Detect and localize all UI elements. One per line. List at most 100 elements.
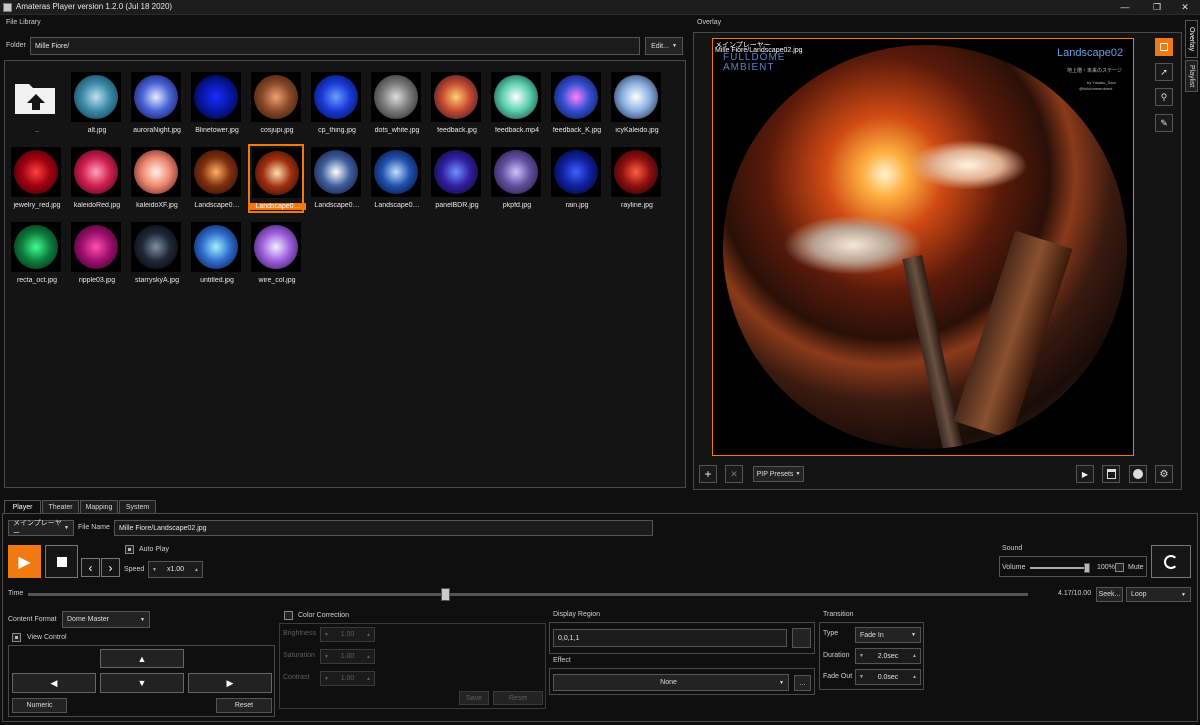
file-item[interactable]: jewelry_red.jpg [8, 144, 64, 213]
view-reset-button[interactable]: Reset [216, 698, 272, 713]
tab-player[interactable]: Player [4, 500, 41, 513]
minimize-button[interactable]: — [1110, 1, 1140, 14]
sync-button[interactable] [1151, 545, 1191, 578]
spin-up-icon[interactable]: ▲ [366, 632, 371, 638]
speed-spinbox[interactable]: ▼ x1.00 ▲ [148, 561, 203, 578]
side-tab-overlay[interactable]: Overlay [1185, 20, 1198, 58]
file-item[interactable]: dots_white.jpg [368, 69, 424, 138]
file-item[interactable]: starryskyA.jpg [128, 219, 184, 288]
display-region-edit-button[interactable] [792, 628, 811, 648]
loop-dropdown[interactable]: Loop ▼ [1126, 587, 1191, 602]
prev-button[interactable]: ‹ [81, 558, 100, 577]
folder-path-field[interactable]: Mille Fiore/ [30, 37, 640, 55]
spin-up-icon[interactable]: ▲ [366, 654, 371, 660]
next-button[interactable]: › [101, 558, 120, 577]
parent-folder-item[interactable]: .. [8, 69, 64, 138]
spin-up-icon[interactable]: ▲ [194, 567, 199, 573]
close-icon: ✕ [730, 468, 738, 479]
overlay-play-button[interactable]: ▶ [1076, 465, 1094, 483]
time-slider[interactable] [28, 588, 1028, 601]
numeric-button[interactable]: Numeric [12, 698, 67, 713]
spin-down-icon[interactable]: ▼ [859, 674, 864, 680]
file-item[interactable]: cosjupi.jpg [248, 69, 304, 138]
file-item[interactable]: Blinetower.jpg [188, 69, 244, 138]
file-item[interactable]: panelBDR.jpg [428, 144, 484, 213]
spin-down-icon[interactable]: ▼ [324, 632, 329, 638]
tab-system[interactable]: System [119, 500, 156, 513]
calculator-button[interactable] [1102, 465, 1120, 483]
view-down-button[interactable]: ▼ [100, 673, 184, 693]
saturation-spinbox[interactable]: ▼ 1.00 ▲ [320, 649, 375, 664]
tab-theater[interactable]: Theater [42, 500, 79, 513]
file-item[interactable]: feedback_K.jpg [548, 69, 604, 138]
spin-down-icon[interactable]: ▼ [152, 567, 157, 573]
file-item[interactable]: icyKaleido.jpg [608, 69, 664, 138]
content-format-dropdown[interactable]: Dome Master ▼ [62, 611, 150, 628]
transition-type-dropdown[interactable]: Fade In ▼ [855, 627, 921, 643]
file-item[interactable]: ripple03.jpg [68, 219, 124, 288]
view-up-button[interactable]: ▲ [100, 649, 184, 668]
effect-dropdown[interactable]: None ▼ [553, 674, 789, 691]
mute-checkbox[interactable] [1115, 563, 1124, 572]
effect-more-button[interactable]: ... [794, 675, 811, 691]
file-item[interactable]: untitled.jpg [188, 219, 244, 288]
remove-pip-button[interactable]: ✕ [725, 465, 743, 483]
file-item[interactable]: recta_oct.jpg [8, 219, 64, 288]
volume-slider[interactable] [1030, 563, 1090, 573]
file-name-field[interactable]: Mille Fiore/Landscape02.jpg [114, 520, 653, 536]
file-item[interactable]: kaleidoRed.jpg [68, 144, 124, 213]
spin-down-icon[interactable]: ▼ [324, 654, 329, 660]
file-item[interactable]: auroraNight.jpg [128, 69, 184, 138]
file-item[interactable]: cp_thing.jpg [308, 69, 364, 138]
file-item[interactable]: feedback.jpg [428, 69, 484, 138]
draw-tool-button[interactable]: ✎ [1155, 114, 1173, 132]
display-region-field[interactable]: 0,0,1,1 [553, 629, 787, 647]
add-pip-button[interactable]: + [699, 465, 717, 483]
overlay-settings-button[interactable]: ⚙ [1155, 465, 1173, 483]
file-item[interactable]: pkpfd.jpg [488, 144, 544, 213]
color-reset-button[interactable]: Reset [493, 691, 543, 705]
view-left-button[interactable]: ◀ [12, 673, 96, 693]
duration-spinbox[interactable]: ▼ 2.0sec ▲ [855, 648, 921, 664]
contrast-spinbox[interactable]: ▼ 1.00 ▲ [320, 671, 375, 686]
view-control-checkbox[interactable] [12, 633, 21, 642]
play-button[interactable]: ▶ [8, 545, 41, 578]
auto-play-checkbox[interactable] [125, 545, 134, 554]
overlay-mode-button[interactable] [1155, 38, 1173, 56]
file-item[interactable]: feedback.mp4 [488, 69, 544, 138]
edit-dropdown-button[interactable]: Edit... ▼ [645, 37, 683, 55]
file-item[interactable]: alt.jpg [68, 69, 124, 138]
spin-down-icon[interactable]: ▼ [324, 676, 329, 682]
file-item[interactable]: Landscape0… [368, 144, 424, 213]
select-tool-button[interactable]: ➚ [1155, 63, 1173, 81]
file-item[interactable]: rayline.jpg [608, 144, 664, 213]
file-item[interactable]: Landscape0… [248, 144, 306, 213]
file-item[interactable]: Landscape0… [188, 144, 244, 213]
maximize-button[interactable]: ❐ [1142, 1, 1172, 14]
zoom-tool-button[interactable]: ⚲ [1155, 88, 1173, 106]
file-item[interactable]: rain.jpg [548, 144, 604, 213]
spin-down-icon[interactable]: ▼ [859, 653, 864, 659]
tab-mapping[interactable]: Mapping [80, 500, 118, 513]
time-handle[interactable] [441, 588, 450, 601]
seek-button[interactable]: Seek... [1096, 587, 1123, 602]
spin-up-icon[interactable]: ▲ [366, 676, 371, 682]
pip-presets-dropdown[interactable]: PIP Presets ▼ [753, 466, 804, 482]
file-item[interactable]: kaleidoXF.jpg [128, 144, 184, 213]
file-item[interactable]: wire_col.jpg [248, 219, 304, 288]
close-button[interactable]: ✕ [1170, 1, 1200, 14]
side-tab-playlist[interactable]: Playlist [1185, 60, 1198, 92]
brightness-spinbox[interactable]: ▼ 1.00 ▲ [320, 627, 375, 642]
color-save-button[interactable]: Save [459, 691, 489, 705]
file-item[interactable]: Landscape0… [308, 144, 364, 213]
source-dropdown[interactable]: メインプレーヤー ▼ [8, 520, 74, 537]
stop-button[interactable] [45, 545, 78, 578]
palette-button[interactable] [1129, 465, 1147, 483]
spin-up-icon[interactable]: ▲ [912, 653, 917, 659]
volume-handle[interactable] [1084, 563, 1090, 573]
view-right-button[interactable]: ▶ [188, 673, 272, 693]
spin-up-icon[interactable]: ▲ [912, 674, 917, 680]
color-correction-checkbox[interactable] [284, 611, 293, 620]
folder-up-icon [11, 72, 61, 122]
fade-out-spinbox[interactable]: ▼ 0.0sec ▲ [855, 669, 921, 685]
